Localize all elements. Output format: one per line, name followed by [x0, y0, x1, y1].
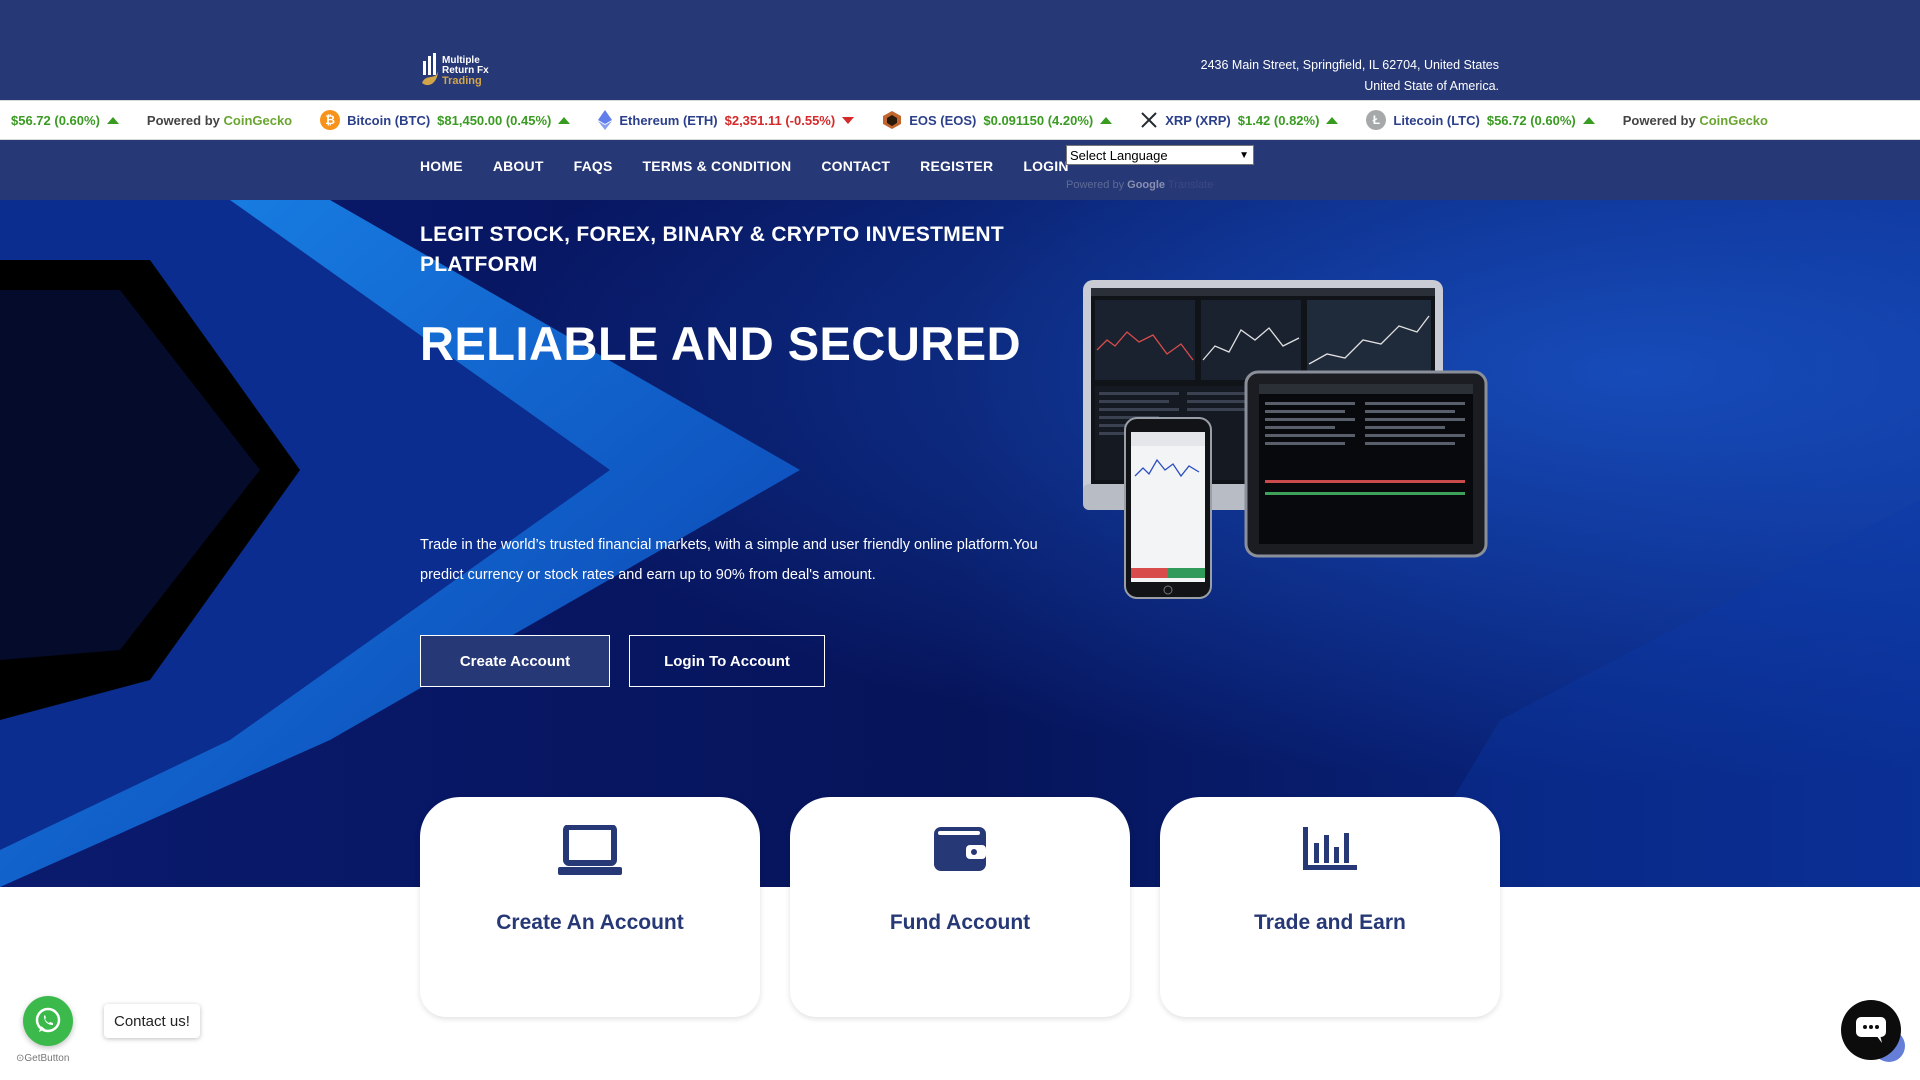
- price-up-arrow-icon: [558, 116, 571, 124]
- ticker-coin-name: XRP (XRP): [1165, 112, 1231, 128]
- ticker-item-ethereum[interactable]: Ethereum (ETH) $2,351.11 (-0.55%): [598, 110, 882, 130]
- price-down-arrow-icon: [842, 116, 855, 124]
- google-translate-attribution[interactable]: Powered by Google Translate: [1066, 179, 1213, 191]
- language-select-value: Select Language: [1070, 147, 1168, 163]
- ticker-item-partial[interactable]: $56.72 (0.60%): [0, 113, 147, 128]
- site-logo[interactable]: Multiple Return Fx Trading: [420, 53, 489, 89]
- hero-title: RELIABLE AND SECURED: [420, 317, 1022, 370]
- price-up-arrow-icon: [1582, 116, 1595, 124]
- nav-item-register[interactable]: REGISTER: [920, 158, 993, 174]
- coingecko-link[interactable]: CoinGecko: [1699, 113, 1768, 128]
- bar-chart-icon: [1303, 827, 1357, 870]
- ticker-coin-name: Litecoin (LTC): [1393, 112, 1480, 128]
- nav-item-login[interactable]: LOGIN: [1023, 158, 1068, 174]
- ticker-price: $56.72 (0.60%): [11, 112, 100, 128]
- ethereum-icon: [598, 110, 613, 130]
- nav-item-home[interactable]: HOME: [420, 158, 463, 174]
- trading-devices-image: [1083, 280, 1488, 599]
- card-fund-account[interactable]: Fund Account: [790, 797, 1130, 1017]
- nav-item-terms[interactable]: TERMS & CONDITION: [643, 158, 792, 174]
- price-up-arrow-icon: [106, 116, 119, 124]
- getbutton-attribution[interactable]: ⊙GetButton: [16, 1053, 69, 1064]
- ticker-item-eos[interactable]: EOS (EOS) $0.091150 (4.20%): [882, 110, 1140, 130]
- login-to-account-button[interactable]: Login To Account: [629, 635, 825, 687]
- nav-links: HOME ABOUT FAQS TERMS & CONDITION CONTAC…: [420, 158, 1069, 174]
- nav-item-contact[interactable]: CONTACT: [821, 158, 890, 174]
- logo-line-3: Trading: [442, 75, 482, 87]
- hero-subtitle: LEGIT STOCK, FOREX, BINARY & CRYPTO INVE…: [420, 223, 1004, 276]
- logo-mark-icon: [422, 53, 438, 86]
- ticker-coin-name: EOS (EOS): [909, 112, 977, 128]
- coingecko-link[interactable]: CoinGecko: [224, 113, 293, 128]
- google-wordmark: Google: [1127, 179, 1166, 191]
- card-label: Fund Account: [889, 911, 1031, 934]
- create-account-button[interactable]: Create Account: [420, 635, 610, 687]
- steps-cards: Create An Account Fund Account Trade and…: [420, 797, 1500, 1017]
- xrp-icon: [1141, 112, 1157, 128]
- logo-text: Multiple Return Fx Trading: [442, 56, 489, 87]
- ticker-price: $1.42 (0.82%): [1237, 112, 1320, 128]
- address-line-1: 2436 Main Street, Springfield, IL 62704,…: [1200, 58, 1499, 72]
- nav-item-about[interactable]: ABOUT: [493, 158, 544, 174]
- hero-section: LEGIT STOCK, FOREX, BINARY & CRYPTO INVE…: [0, 200, 1920, 887]
- bitcoin-icon: ₿: [320, 110, 341, 130]
- ticker-price: $81,450.00 (0.45%): [437, 112, 552, 128]
- ticker-item-bitcoin[interactable]: ₿ Bitcoin (BTC) $81,450.00 (0.45%): [320, 110, 598, 130]
- ticker-powered-by[interactable]: Powered by CoinGecko: [1623, 113, 1796, 128]
- card-create-account[interactable]: Create An Account: [420, 797, 760, 1017]
- eos-icon: [883, 111, 902, 129]
- company-address: 2436 Main Street, Springfield, IL 62704,…: [1201, 55, 1499, 97]
- contact-us-bubble[interactable]: Contact us!: [104, 1004, 200, 1038]
- whatsapp-button[interactable]: [23, 996, 73, 1046]
- nav-item-faqs[interactable]: FAQS: [574, 158, 613, 174]
- main-navigation: HOME ABOUT FAQS TERMS & CONDITION CONTAC…: [0, 140, 1920, 200]
- price-up-arrow-icon: [1100, 116, 1113, 124]
- live-chat-button[interactable]: [1841, 1000, 1901, 1060]
- card-label: Create An Account: [496, 911, 684, 934]
- ticker-item-xrp[interactable]: XRP (XRP) $1.42 (0.82%): [1140, 111, 1366, 129]
- price-up-arrow-icon: [1326, 116, 1339, 124]
- address-line-2: United State of America.: [1364, 79, 1499, 93]
- litecoin-icon: Ł: [1366, 110, 1387, 130]
- ticker-coin-name: Ethereum (ETH): [619, 112, 718, 128]
- chevron-down-icon: ▼: [1239, 149, 1249, 161]
- ticker-price: $2,351.11 (-0.55%): [724, 112, 836, 128]
- card-label: Trade and Earn: [1254, 911, 1406, 934]
- wallet-icon: [934, 827, 986, 871]
- ticker-item-litecoin[interactable]: Ł Litecoin (LTC) $56.72 (0.60%): [1366, 110, 1622, 130]
- whatsapp-icon: [35, 1007, 61, 1033]
- laptop-icon: [558, 825, 622, 875]
- hero-description: Trade in the world’s trusted financial m…: [420, 537, 1038, 583]
- crypto-price-ticker: $56.72 (0.60%) Powered by CoinGecko ₿ Bi…: [0, 100, 1920, 140]
- ticker-powered-by[interactable]: Powered by CoinGecko: [147, 113, 320, 128]
- ticker-coin-name: Bitcoin (BTC): [347, 112, 431, 128]
- top-header: Multiple Return Fx Trading 2436 Main Str…: [0, 0, 1920, 100]
- ticker-price: $0.091150 (4.20%): [983, 112, 1094, 128]
- ticker-price: $56.72 (0.60%): [1486, 112, 1576, 128]
- chat-bubble-icon: [1856, 1017, 1886, 1043]
- card-trade-earn[interactable]: Trade and Earn: [1160, 797, 1500, 1017]
- language-select[interactable]: Select Language ▼: [1066, 145, 1254, 165]
